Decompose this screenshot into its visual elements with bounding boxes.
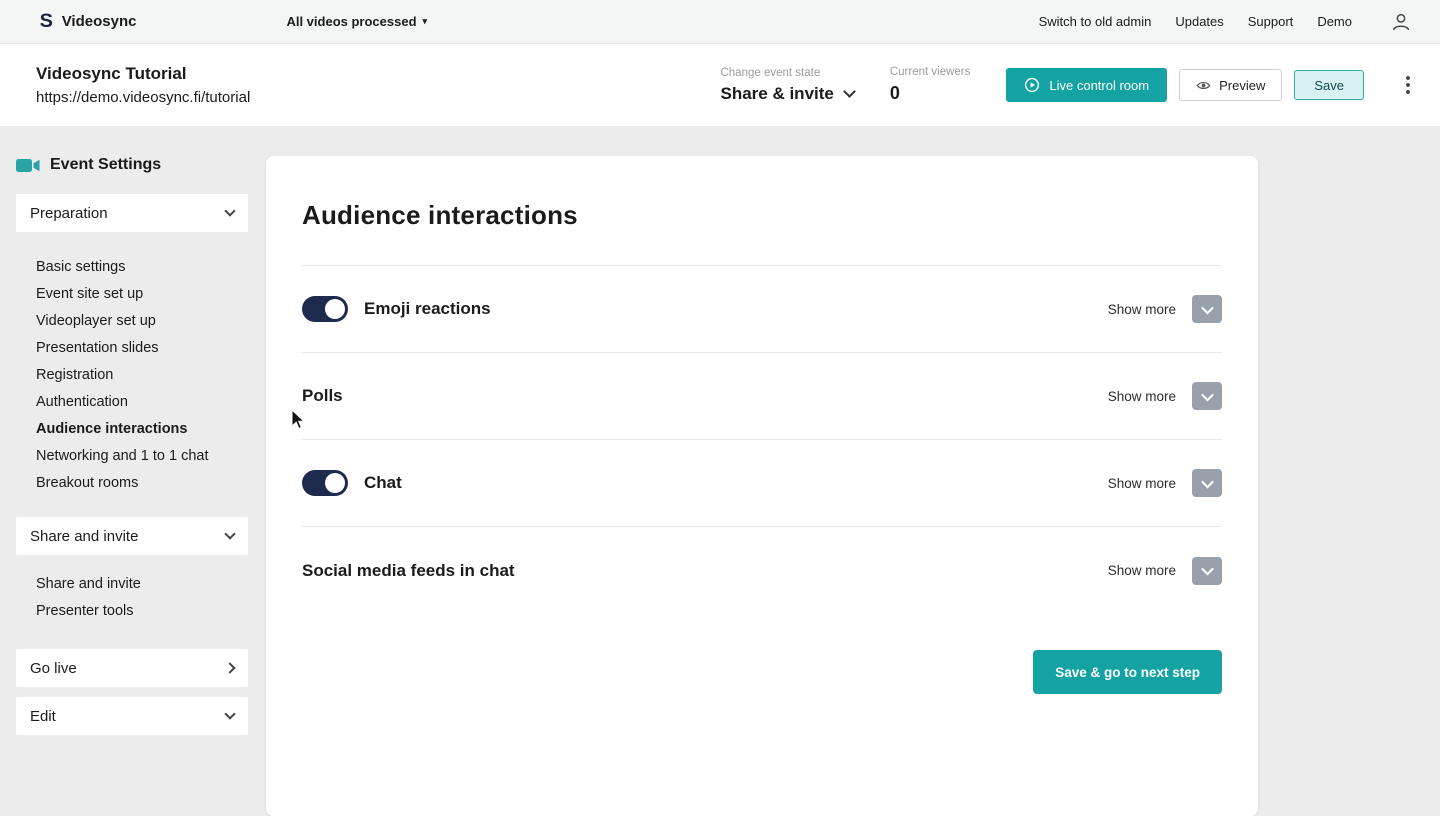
row-actions: Show more xyxy=(1108,382,1222,410)
event-actions: Change event state Share & invite Curren… xyxy=(720,66,1410,104)
interaction-label: Polls xyxy=(302,386,343,405)
top-links: Switch to old admin Updates Support Demo xyxy=(1039,11,1412,33)
show-more-link[interactable]: Show more xyxy=(1108,302,1176,317)
sidebar-section-preparation[interactable]: Preparation xyxy=(16,194,248,232)
interaction-label: Chat xyxy=(364,473,402,492)
sidebar-item-authentication[interactable]: Authentication xyxy=(36,389,248,416)
event-meta: Videosync Tutorial https://demo.videosyn… xyxy=(36,64,250,106)
interaction-label: Social media feeds in chat xyxy=(302,560,515,580)
link-demo[interactable]: Demo xyxy=(1317,14,1352,29)
videosync-logo-icon: S xyxy=(39,11,54,32)
sidebar-item-registration[interactable]: Registration xyxy=(36,362,248,389)
sidebar-heading: Event Settings xyxy=(16,156,248,174)
chevron-down-icon xyxy=(1200,475,1214,488)
brand-name: Videosync xyxy=(61,13,137,30)
user-icon xyxy=(1392,13,1410,30)
section-label: Edit xyxy=(30,707,56,725)
eye-icon xyxy=(1196,81,1211,89)
chevron-down-icon xyxy=(1200,388,1214,401)
save-button[interactable]: Save xyxy=(1294,70,1364,100)
sidebar-section-go-live[interactable]: Go live xyxy=(16,649,248,687)
event-state-value: Share & invite xyxy=(720,83,834,103)
section-label: Preparation xyxy=(30,204,108,222)
save-and-next-button[interactable]: Save & go to next step xyxy=(1033,650,1222,694)
sidebar-item-videoplayer-set-up[interactable]: Videoplayer set up xyxy=(36,308,248,335)
brand[interactable]: S Videosync xyxy=(39,11,137,32)
videos-processed-label: All videos processed xyxy=(286,14,417,29)
link-updates[interactable]: Updates xyxy=(1175,14,1223,29)
interaction-label: Emoji reactions xyxy=(364,299,491,318)
event-state-dropdown[interactable]: Share & invite xyxy=(720,83,856,104)
header-buttons: Live control room Preview Save xyxy=(1006,68,1364,102)
section-label: Go live xyxy=(30,659,77,677)
sidebar-item-basic-settings[interactable]: Basic settings xyxy=(36,254,248,281)
sidebar-item-presenter-tools[interactable]: Presenter tools xyxy=(36,598,248,625)
preview-label: Preview xyxy=(1219,77,1266,93)
row-actions: Show more xyxy=(1108,556,1222,585)
share-invite-items: Share and invite Presenter tools xyxy=(16,571,248,625)
live-control-room-button[interactable]: Live control room xyxy=(1006,68,1168,102)
show-more-link[interactable]: Show more xyxy=(1108,476,1176,491)
viewers-count: 0 xyxy=(889,83,900,103)
user-account-button[interactable] xyxy=(1390,11,1412,33)
event-state-label: Change event state xyxy=(720,66,821,79)
expand-row-button[interactable] xyxy=(1192,382,1222,410)
sidebar-item-share-and-invite[interactable]: Share and invite xyxy=(36,571,248,598)
more-options-button[interactable] xyxy=(1400,76,1410,94)
sidebar-heading-label: Event Settings xyxy=(50,156,162,173)
event-url[interactable]: https://demo.videosync.fi/tutorial xyxy=(36,89,250,106)
chevron-down-icon xyxy=(1200,301,1214,314)
expand-row-button[interactable] xyxy=(1192,556,1222,585)
section-label: Share and invite xyxy=(30,527,139,545)
row-actions: Show more xyxy=(1108,295,1222,323)
chevron-down-icon xyxy=(842,84,856,98)
preparation-items: Basic settings Event site set up Videopl… xyxy=(16,254,248,497)
interaction-row-polls: Polls Show more xyxy=(302,353,1222,440)
caret-down-icon: ▾ xyxy=(422,16,428,26)
chevron-down-icon xyxy=(224,528,236,540)
row-actions: Show more xyxy=(1108,469,1222,497)
show-more-link[interactable]: Show more xyxy=(1108,389,1176,404)
chevron-right-icon xyxy=(224,662,236,674)
sidebar-item-audience-interactions[interactable]: Audience interactions xyxy=(36,416,248,443)
broadcast-icon xyxy=(1025,77,1040,93)
content: Event Settings Preparation Basic setting… xyxy=(0,126,1440,816)
sidebar-item-networking-1to1-chat[interactable]: Networking and 1 to 1 chat xyxy=(36,443,248,470)
event-title: Videosync Tutorial xyxy=(36,64,187,83)
sidebar: Event Settings Preparation Basic setting… xyxy=(16,156,248,735)
viewers-block: Current viewers 0 xyxy=(890,66,971,104)
chevron-down-icon xyxy=(224,205,236,217)
interaction-row-social-media-feeds: Social media feeds in chat Show more xyxy=(302,527,1222,614)
chevron-down-icon xyxy=(224,708,236,720)
interaction-row-emoji-reactions: Emoji reactions Show more xyxy=(302,266,1222,353)
chevron-down-icon xyxy=(1200,562,1214,576)
interaction-row-chat: Chat Show more xyxy=(302,440,1222,527)
save-next-wrap: Save & go to next step xyxy=(302,650,1222,694)
sidebar-section-edit[interactable]: Edit xyxy=(16,697,248,735)
link-support[interactable]: Support xyxy=(1248,14,1294,29)
event-state-block: Change event state Share & invite xyxy=(720,66,856,104)
topbar: S Videosync All videos processed ▾ Switc… xyxy=(0,0,1440,44)
chat-toggle[interactable] xyxy=(302,470,348,496)
link-switch-old-admin[interactable]: Switch to old admin xyxy=(1039,14,1152,29)
viewers-label: Current viewers xyxy=(889,66,971,78)
video-camera-icon xyxy=(16,158,40,172)
emoji-reactions-toggle[interactable] xyxy=(302,296,348,322)
kebab-menu-icon xyxy=(1406,76,1410,94)
expand-row-button[interactable] xyxy=(1192,295,1222,323)
page-title: Audience interactions xyxy=(302,200,578,230)
audience-interactions-panel: Audience interactions Emoji reactions Sh… xyxy=(266,156,1258,816)
expand-row-button[interactable] xyxy=(1192,469,1222,497)
preview-button[interactable]: Preview xyxy=(1179,69,1283,101)
sidebar-section-share-and-invite[interactable]: Share and invite xyxy=(16,517,248,555)
event-header: Videosync Tutorial https://demo.videosyn… xyxy=(0,44,1440,126)
sidebar-item-presentation-slides[interactable]: Presentation slides xyxy=(36,335,248,362)
sidebar-item-breakout-rooms[interactable]: Breakout rooms xyxy=(36,470,248,497)
show-more-link[interactable]: Show more xyxy=(1108,563,1176,578)
sidebar-item-event-site-set-up[interactable]: Event site set up xyxy=(36,281,248,308)
videos-processed-dropdown[interactable]: All videos processed ▾ xyxy=(286,14,427,29)
live-control-room-label: Live control room xyxy=(1049,77,1150,93)
